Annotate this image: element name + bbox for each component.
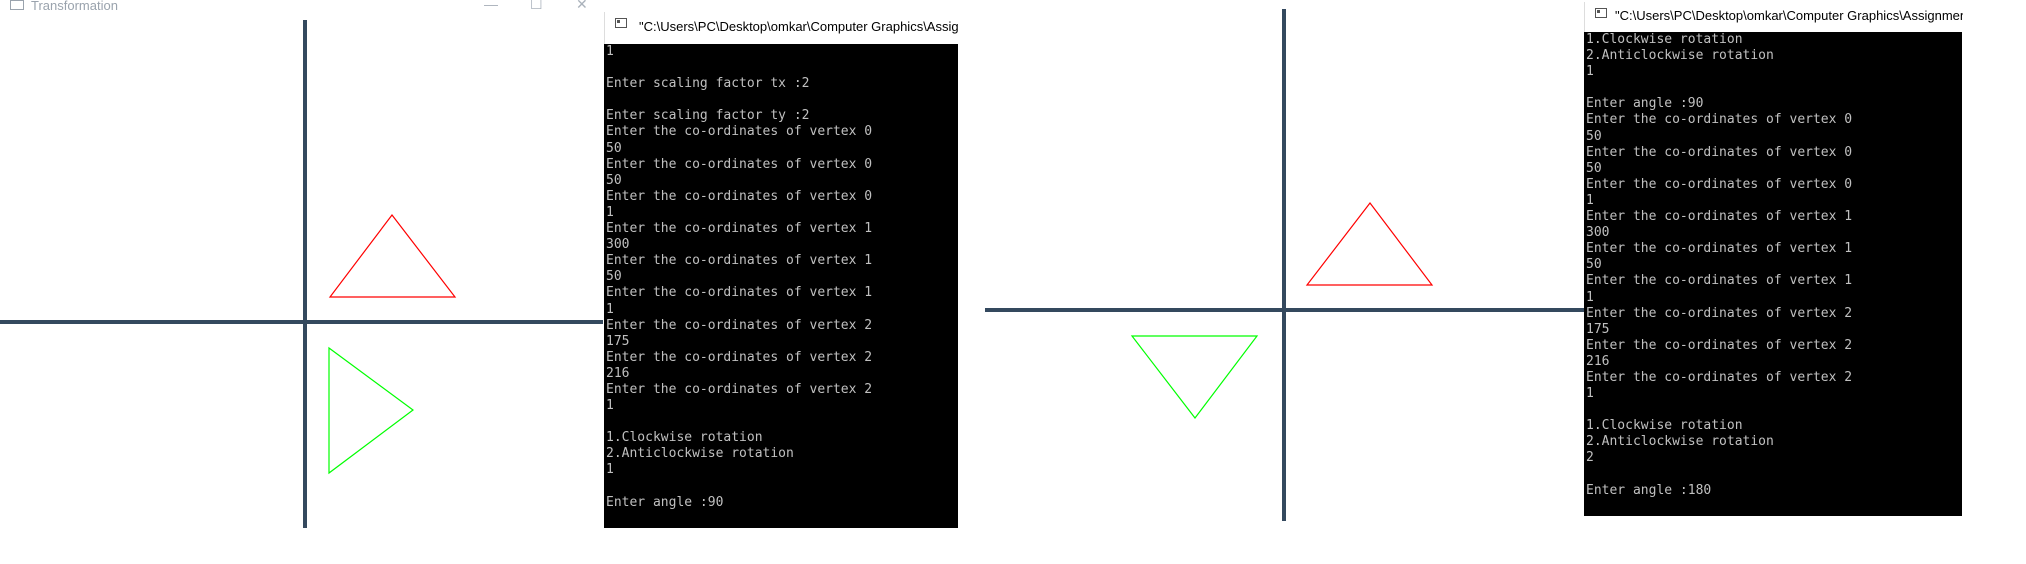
console-line: 216 (1586, 353, 1610, 369)
console-2-titlebar: "C:\Users\PC\Desktop\omkar\Computer Grap… (1584, 2, 1963, 32)
console-line: 50 (1586, 128, 1602, 144)
console-line: 50 (1586, 160, 1602, 176)
console-1-output[interactable]: 1 Enter scaling factor tx :2 Enter scali… (604, 44, 958, 528)
console-line: Enter the co-ordinates of vertex 1 (606, 221, 873, 237)
console-line: 175 (606, 333, 630, 349)
console-line: 175 (1586, 321, 1610, 337)
rotated-triangle (328, 346, 415, 475)
console-line: 50 (606, 172, 622, 188)
console-1-titlebar: "C:\Users\PC\Desktop\omkar\Computer Grap… (604, 12, 959, 44)
console-line: 1 (1586, 64, 1594, 80)
console-line: Enter the co-ordinates of vertex 2 (606, 349, 873, 365)
console-line: Enter the co-ordinates of vertex 1 (606, 253, 873, 269)
console-line: Enter the co-ordinates of vertex 1 (1586, 209, 1853, 225)
console-2-title: "C:\Users\PC\Desktop\omkar\Computer Grap… (1615, 8, 1963, 23)
console-line: Enter the co-ordinates of vertex 2 (606, 317, 873, 333)
console-line: 300 (606, 237, 630, 253)
rotated-triangle (1130, 335, 1259, 419)
console-line: 2.Anticlockwise rotation (1586, 48, 1774, 64)
console-line: Enter the co-ordinates of vertex 1 (1586, 241, 1853, 257)
console-line: 50 (606, 269, 622, 285)
console-line: Enter angle :180 (1586, 482, 1712, 498)
console-line: 1 (1586, 386, 1594, 402)
console-line: 50 (1586, 257, 1602, 273)
console-line: Enter the co-ordinates of vertex 1 (606, 285, 873, 301)
original-triangle (328, 214, 457, 298)
console-line: Enter the co-ordinates of vertex 0 (1586, 144, 1853, 160)
console-line: 1 (606, 462, 614, 478)
graphics-canvas-2 (1130, 202, 1434, 419)
console-line: 1.Clockwise rotation (1586, 32, 1743, 47)
console-line: Enter the co-ordinates of vertex 0 (606, 124, 873, 140)
console-line: 1 (1586, 289, 1594, 305)
console-line: Enter the co-ordinates of vertex 2 (1586, 369, 1853, 385)
original-triangle (1305, 202, 1434, 286)
graphics-window-2 (985, 0, 1585, 528)
console-line: Enter scaling factor ty :2 (606, 108, 810, 124)
console-line: Enter the co-ordinates of vertex 2 (1586, 337, 1853, 353)
console-line: 1 (606, 301, 614, 317)
console-line: Enter scaling factor tx :2 (606, 76, 810, 92)
console-line: 50 (606, 140, 622, 156)
console-line: Enter angle :90 (1586, 96, 1704, 112)
console-line: 1 (606, 204, 614, 220)
console-line: Enter the co-ordinates of vertex 1 (1586, 273, 1853, 289)
console-line: 300 (1586, 225, 1610, 241)
console-line: 2 (1586, 450, 1594, 466)
console-line: Enter the co-ordinates of vertex 2 (1586, 305, 1853, 321)
console-line: Enter the co-ordinates of vertex 0 (606, 188, 873, 204)
console-line: Enter the co-ordinates of vertex 0 (1586, 176, 1853, 192)
console-icon (1595, 8, 1607, 18)
console-2-output[interactable]: 1.Clockwise rotation 2.Anticlockwise rota… (1584, 32, 1962, 516)
console-line: 1 (1586, 192, 1594, 208)
console-line: Enter the co-ordinates of vertex 0 (606, 156, 873, 172)
console-line: 1.Clockwise rotation (606, 430, 763, 446)
graphics-canvas-1 (328, 214, 457, 475)
console-line: Enter the co-ordinates of vertex 0 (1586, 112, 1853, 128)
console-line: Enter angle :90 (606, 494, 724, 510)
console-line: 2.Anticlockwise rotation (1586, 434, 1774, 450)
console-1-title: "C:\Users\PC\Desktop\omkar\Computer Grap… (639, 19, 959, 34)
console-line: 1.Clockwise rotation (1586, 418, 1743, 434)
console-line: 216 (606, 365, 630, 381)
console-line: 1 (606, 44, 614, 59)
console-icon (615, 18, 627, 28)
graphics-window-1: Transformation — ☐ ✕ (0, 0, 603, 528)
console-line: Enter the co-ordinates of vertex 2 (606, 381, 873, 397)
console-line: 2.Anticlockwise rotation (606, 446, 794, 462)
console-line: 1 (606, 398, 614, 414)
